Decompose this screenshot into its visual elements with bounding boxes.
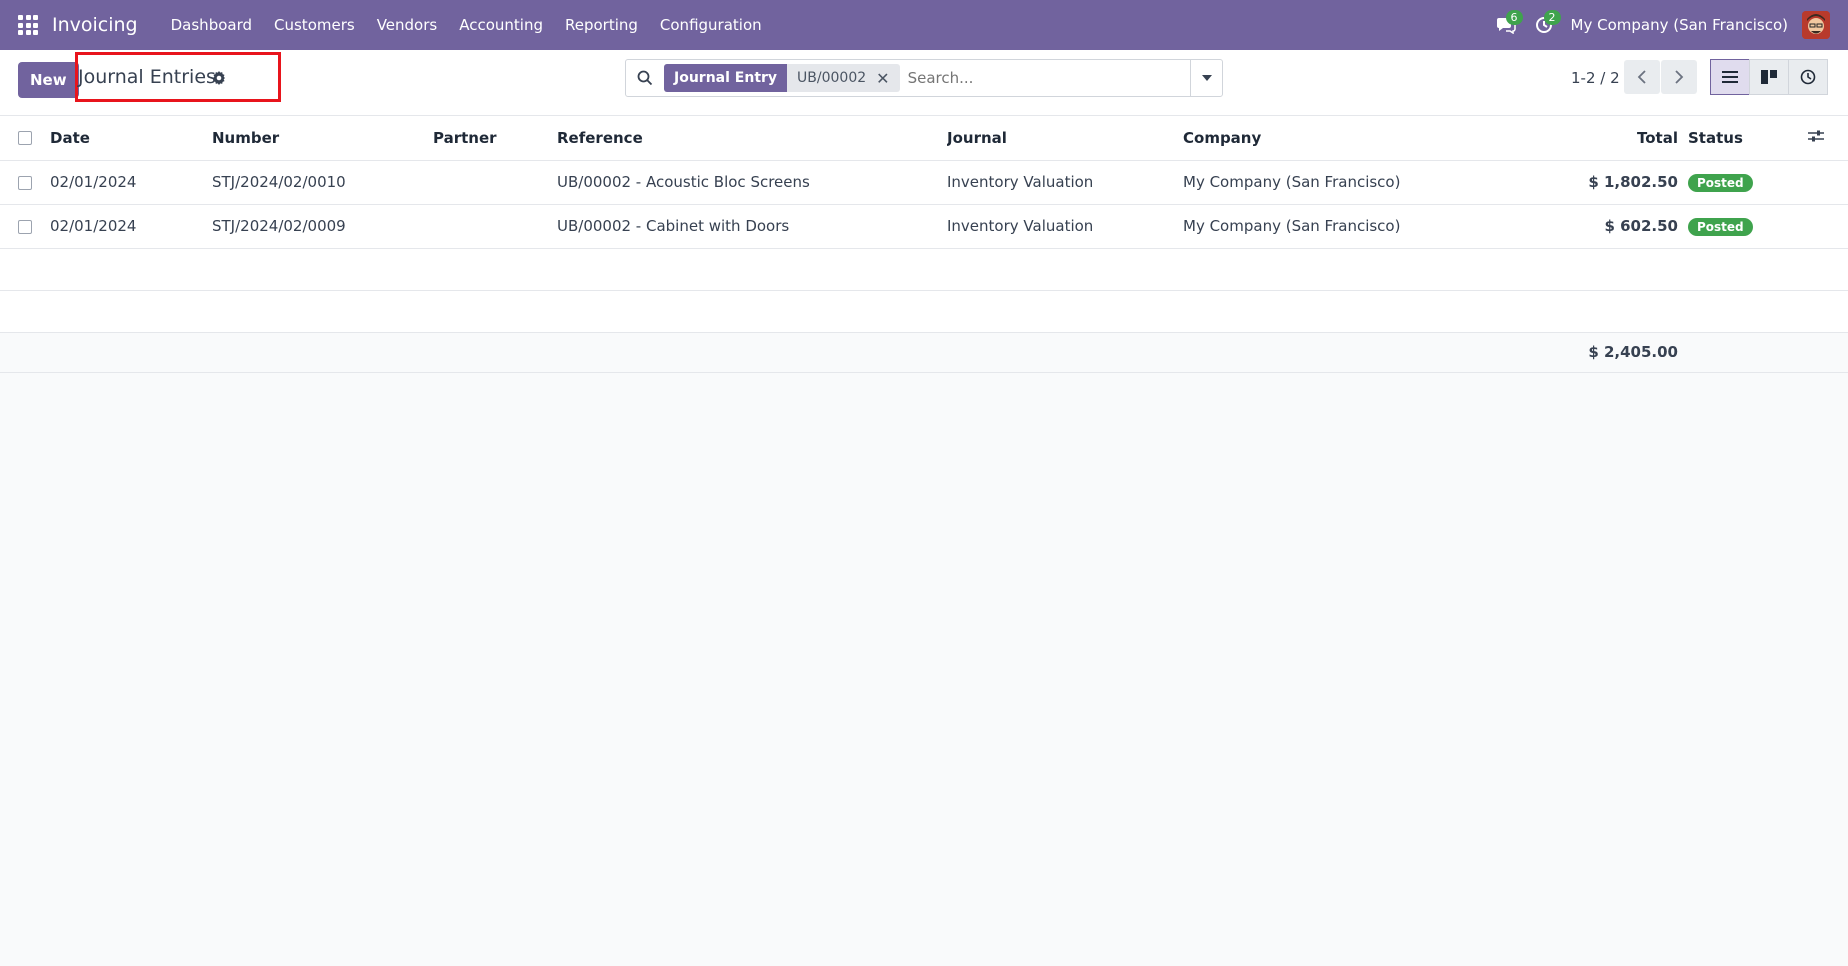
row-checkbox[interactable]: [18, 219, 32, 234]
cell-company: My Company (San Francisco): [1183, 173, 1401, 191]
table-row[interactable]: 02/01/2024 STJ/2024/02/0010 UB/00002 - A…: [0, 160, 1848, 204]
user-avatar[interactable]: [1802, 11, 1830, 39]
cell-reference: UB/00002 - Cabinet with Doors: [557, 217, 790, 235]
column-header-number[interactable]: Number: [212, 116, 433, 160]
cell-journal: Inventory Valuation: [947, 217, 1094, 235]
column-header-partner[interactable]: Partner: [433, 116, 557, 160]
cell-partner: [433, 160, 557, 204]
search-facet: Journal Entry UB/00002 ✕: [664, 64, 900, 92]
list-view-button[interactable]: [1710, 59, 1750, 95]
avatar-face-icon: [1802, 11, 1830, 39]
activities-button[interactable]: 2: [1525, 10, 1563, 40]
empty-row: [0, 248, 1848, 290]
top-navbar: Invoicing Dashboard Customers Vendors Ac…: [0, 0, 1848, 50]
menu-item-reporting[interactable]: Reporting: [554, 16, 649, 34]
cell-number: STJ/2024/02/0009: [212, 217, 346, 235]
search-input[interactable]: [907, 69, 1190, 87]
column-header-company[interactable]: Company: [1183, 116, 1503, 160]
clock-icon: [1800, 69, 1816, 85]
activity-view-button[interactable]: [1788, 59, 1828, 95]
messages-count-badge: 6: [1505, 10, 1523, 25]
status-badge: Posted: [1688, 217, 1753, 236]
cell-total: $ 1,802.50: [1588, 173, 1678, 191]
cell-company: My Company (San Francisco): [1183, 217, 1401, 235]
systray: 6 2 My Company (San Francisco): [1487, 10, 1830, 40]
facet-label: Journal Entry: [664, 64, 788, 92]
pager-next-button[interactable]: [1661, 60, 1697, 94]
cell-date: 02/01/2024: [50, 217, 137, 235]
search-icon: [626, 60, 664, 96]
cell-reference: UB/00002 - Acoustic Bloc Screens: [557, 173, 810, 191]
activities-count-badge: 2: [1543, 10, 1561, 25]
kanban-view-button[interactable]: [1749, 59, 1789, 95]
column-header-journal[interactable]: Journal: [947, 116, 1183, 160]
company-switcher[interactable]: My Company (San Francisco): [1571, 16, 1788, 34]
pager-previous-button[interactable]: [1624, 60, 1660, 94]
select-all-checkbox[interactable]: [18, 131, 32, 146]
search-options-toggle[interactable]: [1190, 60, 1222, 96]
chevron-right-icon: [1675, 70, 1684, 84]
facet-value: UB/00002: [797, 70, 867, 86]
cell-journal: Inventory Valuation: [947, 173, 1094, 191]
column-header-status[interactable]: Status: [1688, 116, 1808, 160]
menu-item-customers[interactable]: Customers: [263, 16, 366, 34]
cell-partner: [433, 204, 557, 248]
column-header-total[interactable]: Total: [1503, 116, 1688, 160]
chevron-left-icon: [1637, 70, 1646, 84]
page-title: Journal Entries: [78, 66, 216, 88]
list-icon: [1722, 71, 1738, 83]
cell-date: 02/01/2024: [50, 173, 137, 191]
apps-menu-icon[interactable]: [18, 15, 38, 35]
menu-item-accounting[interactable]: Accounting: [448, 16, 554, 34]
optional-columns-icon[interactable]: [1808, 129, 1824, 143]
menu-item-dashboard[interactable]: Dashboard: [160, 16, 263, 34]
messaging-button[interactable]: 6: [1487, 10, 1525, 40]
column-header-reference[interactable]: Reference: [557, 116, 947, 160]
facet-remove-icon[interactable]: ✕: [876, 69, 899, 88]
cell-total: $ 602.50: [1604, 217, 1678, 235]
app-brand[interactable]: Invoicing: [52, 14, 138, 36]
empty-row: [0, 290, 1848, 332]
kanban-icon: [1761, 70, 1777, 84]
table-header-row: Date Number Partner Reference Journal Co…: [0, 116, 1848, 160]
row-checkbox[interactable]: [18, 175, 32, 190]
column-header-date[interactable]: Date: [50, 116, 212, 160]
main-menu: Dashboard Customers Vendors Accounting R…: [160, 16, 773, 34]
grand-total: $ 2,405.00: [1503, 332, 1688, 372]
list-view: Date Number Partner Reference Journal Co…: [0, 116, 1848, 373]
pager-value[interactable]: 1-2 / 2: [1571, 69, 1620, 87]
view-switcher: [1710, 59, 1828, 95]
table-footer-row: $ 2,405.00: [0, 332, 1848, 372]
new-button[interactable]: New: [18, 62, 79, 98]
search-bar: Journal Entry UB/00002 ✕: [625, 59, 1223, 97]
table-row[interactable]: 02/01/2024 STJ/2024/02/0009 UB/00002 - C…: [0, 204, 1848, 248]
caret-down-icon: [1201, 75, 1212, 81]
status-badge: Posted: [1688, 173, 1753, 192]
journal-entries-table: Date Number Partner Reference Journal Co…: [0, 116, 1848, 373]
menu-item-vendors[interactable]: Vendors: [366, 16, 449, 34]
menu-item-configuration[interactable]: Configuration: [649, 16, 773, 34]
gear-icon[interactable]: [211, 70, 227, 86]
cell-number: STJ/2024/02/0010: [212, 173, 346, 191]
